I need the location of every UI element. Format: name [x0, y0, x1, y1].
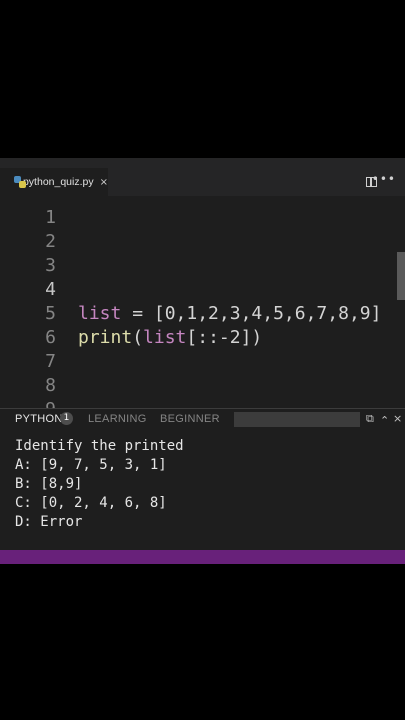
token-list-literal: [0,1,2,3,4,5,6,7,8,9] [153, 303, 382, 324]
code-text: print(list[::-2]) [78, 326, 262, 350]
token-operator: = [121, 303, 154, 324]
code-line: 10 [0, 398, 65, 408]
code-editor[interactable]: 1 2 3 4 list = [0,1,2,3,4,5,6,7,8,9] 5 p… [0, 196, 405, 408]
output-line: B: [8,9] [15, 476, 83, 492]
editor-scrollbar[interactable] [397, 252, 405, 300]
collapse-panel-icon[interactable]: ⌃ [380, 414, 389, 427]
token-variable: list [143, 327, 187, 348]
editor-window: python_quiz.py × ••• 1 2 3 4 list = [0,1… [0, 158, 405, 564]
status-bar [0, 550, 405, 564]
more-actions-icon[interactable]: ••• [372, 172, 396, 186]
token-variable: list [78, 303, 122, 324]
panel-tab-beginner[interactable]: BEGINNER [160, 413, 220, 425]
tab-bar: python_quiz.py × ••• [0, 168, 405, 196]
panel-filter-input[interactable] [234, 412, 360, 427]
title-strip [0, 158, 405, 168]
code-line: 1 [0, 196, 65, 228]
terminal-output: Identify the printed A: [9, 7, 5, 3, 1] B:… [15, 437, 184, 532]
close-panel-icon[interactable]: × [393, 412, 402, 425]
token-paren: ( [132, 327, 144, 348]
panel-tabs: PYTHON 1 LEARNING BEGINNER ⧉ ⌃ × [0, 409, 405, 431]
bottom-panel: PYTHON 1 LEARNING BEGINNER ⧉ ⌃ × Identif… [0, 408, 405, 551]
output-line: Identify the printed [15, 438, 184, 454]
code-line: 7 [0, 326, 65, 372]
token-paren: ) [251, 327, 263, 348]
python-file-icon [14, 176, 26, 188]
code-line: 2 [0, 206, 65, 252]
output-line: C: [0, 2, 4, 6, 8] [15, 495, 167, 511]
code-line: 5 print(list[::-2]) [0, 278, 262, 348]
maximize-panel-icon[interactable]: ⧉ [366, 412, 374, 426]
panel-tab-learning[interactable]: LEARNING [88, 413, 147, 425]
output-line: D: Error [15, 514, 83, 530]
code-line: 6 [0, 302, 65, 348]
panel-tab-python[interactable]: PYTHON [15, 413, 63, 425]
token-function: print [78, 327, 133, 348]
close-tab-icon[interactable]: × [100, 177, 108, 188]
token-slice: [::-2] [186, 327, 252, 348]
tab-filename: python_quiz.py [22, 176, 94, 188]
panel-tab-badge: 1 [60, 412, 73, 425]
output-line: A: [9, 7, 5, 3, 1] [15, 457, 167, 473]
code-line: 8 [0, 350, 65, 396]
code-line: 4 list = [0,1,2,3,4,5,6,7,8,9] [0, 254, 381, 324]
tab-python-quiz[interactable]: python_quiz.py × [0, 168, 108, 196]
code-line: 9 [0, 374, 65, 408]
code-text: list = [0,1,2,3,4,5,6,7,8,9] [78, 302, 381, 326]
code-line: 3 [0, 230, 65, 276]
